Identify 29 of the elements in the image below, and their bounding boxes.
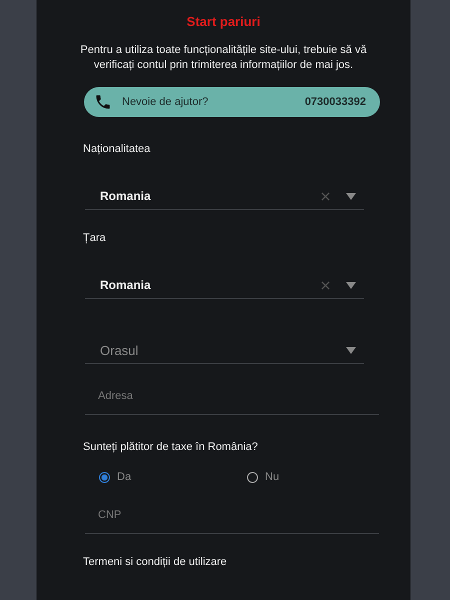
text-field[interactable]: Adresa — [85, 390, 379, 415]
select-value: Romania — [100, 278, 152, 292]
select-field[interactable]: Orasul — [85, 341, 364, 364]
clear-icon[interactable] — [321, 192, 330, 200]
caret-icon — [346, 192, 356, 200]
radio-label: Nu — [265, 471, 280, 483]
caret-icon — [346, 346, 356, 354]
intro-text: Pentru a utiliza toate funcționalitățile site-ului, trebuie să vă verificați contul prin trimiterea informațiilor de mai jos. — [79, 43, 368, 73]
select-value: Romania — [100, 189, 152, 203]
phone-icon — [94, 93, 112, 111]
radio-icon[interactable] — [99, 472, 110, 482]
clear-icon[interactable] — [321, 280, 330, 290]
radio-icon[interactable] — [247, 472, 258, 482]
text-field[interactable]: CNP — [85, 509, 379, 534]
help-label: Nevoie de ajutor? — [122, 96, 210, 108]
radio-option[interactable]: Nu — [247, 471, 395, 483]
question-label: Sunteți plătitor de taxe în România? — [83, 441, 259, 453]
radio-option[interactable]: Da — [99, 471, 247, 483]
page-title: Start pariuri — [186, 14, 262, 29]
caret-icon — [346, 282, 356, 288]
terms-heading: Termeni si condiții de utilizare — [83, 556, 228, 568]
radio-label: Da — [117, 471, 132, 483]
select-field[interactable]: Romania — [85, 276, 364, 299]
field-label: Țara — [83, 232, 107, 244]
phone-number[interactable]: 0730033392 — [304, 96, 366, 108]
help-bar[interactable]: Nevoie de ajutor? 0730033392 — [84, 87, 380, 117]
select-placeholder: Orasul — [100, 342, 140, 358]
field-label: Naționalitatea — [83, 143, 152, 155]
select-field[interactable]: Romania — [85, 187, 364, 210]
